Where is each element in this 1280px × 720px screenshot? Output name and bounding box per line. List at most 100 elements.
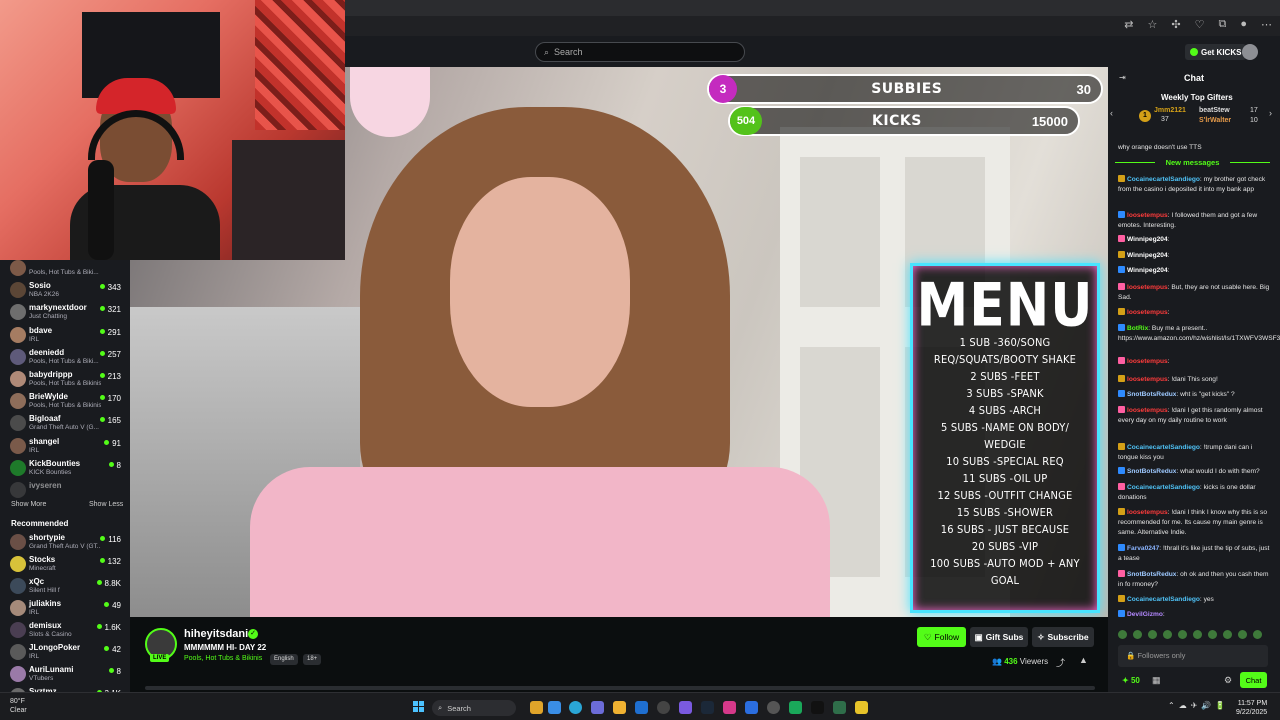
chat-username[interactable]: loosetempus bbox=[1127, 309, 1168, 316]
chat-username[interactable]: CocainecartelSandiego bbox=[1127, 484, 1200, 491]
emote-icon[interactable] bbox=[1178, 630, 1187, 639]
folder-icon[interactable] bbox=[613, 701, 626, 714]
chat-username[interactable]: SnotBotsRedux bbox=[1127, 468, 1176, 475]
sidebar-channel[interactable]: deeniedd Pools, Hot Tubs & Biki... 257 bbox=[10, 347, 124, 369]
search-input[interactable]: ⌕ Search bbox=[535, 42, 745, 62]
sidebar-channel[interactable]: xQc Silent Hill f 8.8K bbox=[10, 576, 124, 598]
sticky-notes-icon[interactable] bbox=[855, 701, 868, 714]
calendar-icon[interactable]: ▦ bbox=[1152, 675, 1161, 686]
sidebar-channel[interactable]: shangel IRL 91 bbox=[10, 436, 124, 458]
tag-language[interactable]: English bbox=[270, 654, 298, 665]
chat-send-button[interactable]: Chat bbox=[1240, 672, 1267, 688]
emote-icon[interactable] bbox=[1193, 630, 1202, 639]
gifter-name[interactable]: beatStew bbox=[1199, 107, 1230, 114]
weather-widget[interactable]: 80°F Clear bbox=[10, 697, 27, 715]
extensions-icon[interactable]: ✣ bbox=[1171, 18, 1180, 31]
chat-username[interactable]: loosetempus bbox=[1127, 376, 1168, 383]
chat-username[interactable]: CocainecartelSandiego bbox=[1127, 176, 1200, 183]
collapse-chat-icon[interactable]: ⇥ bbox=[1119, 73, 1126, 82]
steam-icon[interactable] bbox=[701, 701, 714, 714]
discord-icon[interactable] bbox=[679, 701, 692, 714]
translate-icon[interactable]: ⇄ bbox=[1124, 18, 1133, 31]
chat-username[interactable]: loosetempus bbox=[1127, 509, 1168, 516]
sidebar-channel[interactable]: ivyseren bbox=[10, 480, 124, 502]
chat-username[interactable]: Winnipeg204 bbox=[1127, 252, 1168, 259]
sidebar-channel[interactable]: BrieWylde Pools, Hot Tubs & Bikinis 170 bbox=[10, 391, 124, 413]
streamer-name[interactable]: hiheyitsdani bbox=[184, 628, 248, 640]
emote-icon[interactable] bbox=[1223, 630, 1232, 639]
sidebar-channel[interactable]: Pools, Hot Tubs & Biki... bbox=[10, 258, 124, 280]
chat-username[interactable]: Winnipeg204 bbox=[1127, 236, 1168, 243]
sidebar-channel[interactable]: markynextdoor Just Chatting 321 bbox=[10, 302, 124, 324]
chat-username[interactable]: SnotBotsRedux bbox=[1127, 391, 1176, 398]
emote-icon[interactable] bbox=[1148, 630, 1157, 639]
kicks-balance[interactable]: ✦ 50 bbox=[1122, 676, 1140, 685]
sidebar-channel[interactable]: AuriLunami VTubers 8 bbox=[10, 664, 124, 686]
chat-username[interactable]: CocainecartelSandiego bbox=[1127, 596, 1200, 603]
chat-username[interactable]: BotRix bbox=[1127, 325, 1148, 332]
copilot-icon[interactable] bbox=[591, 701, 604, 714]
gifter-name[interactable]: Jmm2121 bbox=[1154, 107, 1186, 114]
favorites-icon[interactable]: ♡ bbox=[1195, 18, 1205, 31]
sidebar-channel[interactable]: Bigloaaf Grand Theft Auto V (G... 165 bbox=[10, 413, 124, 435]
tiktok-icon[interactable] bbox=[811, 701, 824, 714]
new-messages-divider[interactable]: New messages bbox=[1115, 158, 1270, 167]
emote-icon[interactable] bbox=[1118, 630, 1127, 639]
sidebar-channel[interactable]: demisux Slots & Casino 1.6K bbox=[10, 620, 124, 642]
chat-username[interactable]: Farva0247 bbox=[1127, 545, 1159, 552]
follow-button[interactable]: ♡ Follow bbox=[917, 627, 966, 647]
show-less-button[interactable]: Show Less bbox=[89, 501, 123, 508]
mail-icon[interactable] bbox=[635, 701, 648, 714]
chat-input[interactable]: 🔒 Followers only bbox=[1118, 645, 1268, 667]
bookmark-star-icon[interactable]: ☆ bbox=[1148, 18, 1158, 31]
chat-username[interactable]: SnotBotsRedux bbox=[1127, 571, 1176, 578]
taskbar-clock[interactable]: 11:57 PM 9/22/2025 bbox=[1236, 699, 1267, 717]
chatgpt-icon[interactable] bbox=[767, 701, 780, 714]
excel-icon[interactable] bbox=[833, 701, 846, 714]
profile-icon[interactable]: ● bbox=[1240, 18, 1247, 31]
sidebar-channel[interactable]: Sosio NBA 2K26 343 bbox=[10, 280, 124, 302]
gift-subs-button[interactable]: ▣ Gift Subs bbox=[970, 627, 1028, 647]
report-flag-icon[interactable]: ▲ bbox=[1079, 655, 1088, 665]
chat-username[interactable]: Winnipeg204 bbox=[1127, 267, 1168, 274]
chat-username[interactable]: loosetempus bbox=[1127, 358, 1168, 365]
chat-settings-gear-icon[interactable]: ⚙ bbox=[1224, 675, 1232, 686]
user-avatar[interactable] bbox=[1242, 44, 1258, 60]
chat-username[interactable]: loosetempus bbox=[1127, 212, 1168, 219]
chat-username[interactable]: loosetempus bbox=[1127, 407, 1168, 414]
sidebar-channel[interactable]: shortypie Grand Theft Auto V (GT... 116 bbox=[10, 532, 124, 554]
chat-username[interactable]: CocainecartelSandiego bbox=[1127, 444, 1200, 451]
sidebar-channel[interactable]: KickBounties KICK Bounties 8 bbox=[10, 458, 124, 480]
emote-icon[interactable] bbox=[1163, 630, 1172, 639]
github-icon[interactable] bbox=[657, 701, 670, 714]
system-tray[interactable]: ⌃☁✈🔊🔋 bbox=[1168, 701, 1229, 710]
emote-icon[interactable] bbox=[1238, 630, 1247, 639]
chat-username[interactable]: loosetempus bbox=[1127, 284, 1168, 291]
sidebar-channel[interactable]: babydrippp Pools, Hot Tubs & Bikinis 213 bbox=[10, 369, 124, 391]
emote-icon[interactable] bbox=[1133, 630, 1142, 639]
emote-icon[interactable] bbox=[1208, 630, 1217, 639]
subscribe-button[interactable]: ✧ Subscribe bbox=[1032, 627, 1094, 647]
show-more-button[interactable]: Show More bbox=[11, 501, 46, 508]
sidebar-channel[interactable]: JLongoPoker IRL 42 bbox=[10, 642, 124, 664]
emote-icon[interactable] bbox=[1253, 630, 1262, 639]
share-icon[interactable]: ⤴ bbox=[1056, 656, 1065, 669]
more-menu-icon[interactable]: ⋯ bbox=[1261, 18, 1272, 31]
sidebar-channel[interactable]: Stocks Minecraft 132 bbox=[10, 554, 124, 576]
file-explorer-icon[interactable] bbox=[530, 701, 543, 714]
windows-start-icon[interactable] bbox=[413, 701, 425, 713]
app-icon[interactable] bbox=[789, 701, 802, 714]
sidebar-channel[interactable]: juliakins IRL 49 bbox=[10, 598, 124, 620]
tag-mature[interactable]: 18+ bbox=[303, 654, 322, 665]
taskbar-search[interactable]: ⌕ Search bbox=[432, 700, 516, 716]
chat-username[interactable]: DevilGizmo bbox=[1127, 611, 1163, 618]
messenger-icon[interactable] bbox=[745, 701, 758, 714]
edge-browser-icon[interactable] bbox=[569, 701, 582, 714]
task-view-icon[interactable] bbox=[548, 701, 561, 714]
sidebar-channel[interactable]: bdave IRL 291 bbox=[10, 325, 124, 347]
get-kicks-button[interactable]: Get KICKS bbox=[1185, 44, 1247, 60]
stream-category[interactable]: Pools, Hot Tubs & Bikinis bbox=[184, 655, 262, 662]
instagram-icon[interactable] bbox=[723, 701, 736, 714]
collections-icon[interactable]: ⧉ bbox=[1218, 18, 1226, 31]
page-scrollbar[interactable] bbox=[145, 686, 1095, 690]
